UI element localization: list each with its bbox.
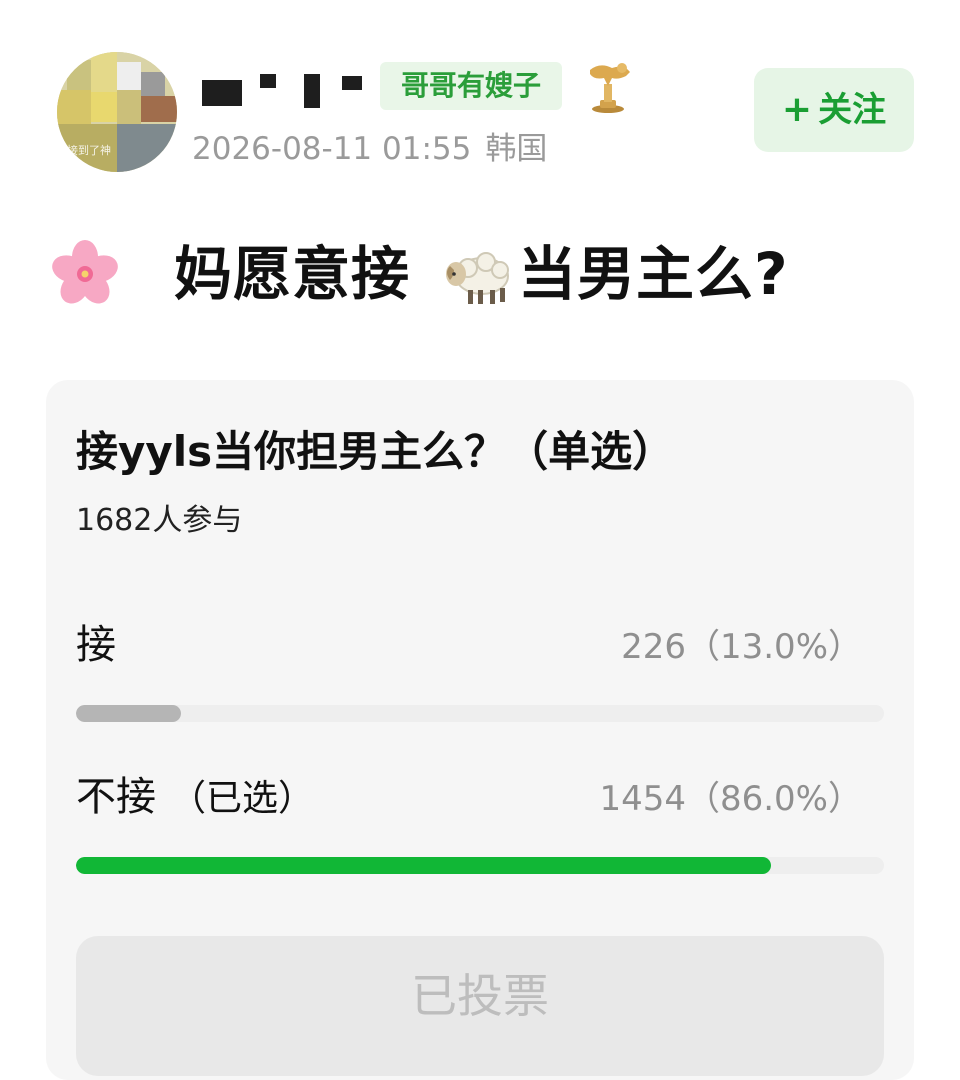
selected-note: （已选） xyxy=(170,778,315,819)
poll-option-result: 1454（86.0%） xyxy=(599,779,862,819)
poll-option-label: 接 xyxy=(76,622,116,668)
title-text-part2: 当男主么? xyxy=(518,240,789,308)
poll-option-bar xyxy=(76,705,884,722)
poll-card: 接yyls当你担男主么？（单选） 1682人参与 接 226（13.0%） 不接… xyxy=(46,380,914,1080)
user-tag[interactable]: 哥哥有嫂子 xyxy=(380,62,562,110)
poll-option-bar xyxy=(76,857,884,874)
follow-button[interactable]: + 关注 xyxy=(754,68,914,152)
post-header: 接到了神 哥哥有嫂子 2026-08-11 01:55 韩国 + 关注 xyxy=(0,0,960,190)
cherry-blossom-icon xyxy=(52,240,118,304)
plus-icon: + xyxy=(781,89,813,130)
follow-label: 关注 xyxy=(818,90,887,130)
poll-option-label: 不接 （已选） xyxy=(76,774,315,820)
avatar-caption: 接到了神 xyxy=(67,144,111,157)
sheep-icon xyxy=(446,252,509,304)
post-meta: 2026-08-11 01:55 韩国 xyxy=(192,128,547,170)
username-redacted[interactable] xyxy=(198,74,368,108)
poll-option-bar-fill xyxy=(76,857,771,874)
avatar[interactable]: 接到了神 xyxy=(57,52,177,172)
post-timestamp: 2026-08-11 01:55 xyxy=(192,131,472,167)
trophy-icon xyxy=(590,63,630,113)
poll-participants: 1682人参与 xyxy=(76,503,243,538)
post-location: 韩国 xyxy=(485,131,548,167)
poll-option-bar-fill xyxy=(76,705,182,722)
poll-option-result: 226（13.0%） xyxy=(621,627,862,667)
post-title: 妈愿意接 当男主么? xyxy=(50,232,930,318)
voted-button[interactable]: 已投票 xyxy=(76,936,884,1076)
title-text-part1: 妈愿意接 xyxy=(174,240,411,308)
poll-question: 接yyls当你担男主么？（单选） xyxy=(76,427,675,476)
